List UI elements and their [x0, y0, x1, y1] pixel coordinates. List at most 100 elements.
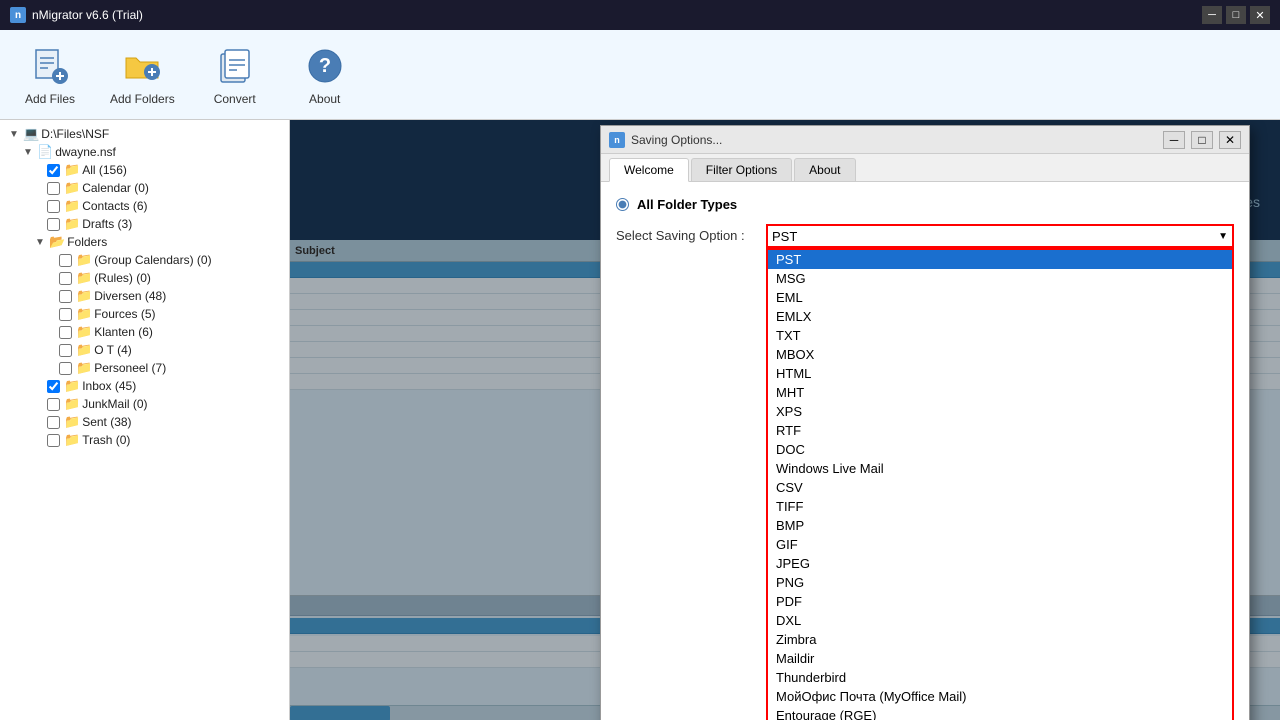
- close-button[interactable]: ✕: [1250, 6, 1270, 24]
- expand-fources[interactable]: [45, 307, 59, 321]
- format-option[interactable]: MHT: [768, 383, 1232, 402]
- format-option[interactable]: PNG: [768, 573, 1232, 592]
- inbox-checkbox[interactable]: [47, 380, 60, 393]
- expand-dwayne[interactable]: ▼: [21, 145, 35, 159]
- format-option[interactable]: EMLX: [768, 307, 1232, 326]
- expand-klanten[interactable]: [45, 325, 59, 339]
- tree-row-diversen[interactable]: 📁 Diversen (48): [5, 287, 284, 305]
- format-option[interactable]: Entourage (RGE): [768, 706, 1232, 720]
- tab-about[interactable]: About: [794, 158, 855, 181]
- dialog-maximize-button[interactable]: □: [1191, 131, 1213, 149]
- expand-rules[interactable]: [45, 271, 59, 285]
- maximize-button[interactable]: □: [1226, 6, 1246, 24]
- dialog-minimize-button[interactable]: ─: [1163, 131, 1185, 149]
- format-option[interactable]: XPS: [768, 402, 1232, 421]
- expand-personeel[interactable]: [45, 361, 59, 375]
- format-option[interactable]: CSV: [768, 478, 1232, 497]
- format-option[interactable]: Zimbra: [768, 630, 1232, 649]
- expand-root[interactable]: ▼: [7, 127, 21, 141]
- expand-junkmail[interactable]: [33, 397, 47, 411]
- format-combobox[interactable]: PST ▼: [766, 224, 1234, 248]
- tree-row-folders[interactable]: ▼ 📂 Folders: [5, 233, 284, 251]
- all-checkbox[interactable]: [47, 164, 60, 177]
- format-dropdown-list[interactable]: PSTMSGEMLEMLXTXTMBOXHTMLMHTXPSRTFDOCWind…: [766, 248, 1234, 720]
- diversen-checkbox[interactable]: [59, 290, 72, 303]
- format-option[interactable]: Maildir: [768, 649, 1232, 668]
- format-option[interactable]: HTML: [768, 364, 1232, 383]
- dwayne-label: dwayne.nsf: [55, 145, 116, 159]
- tree-row-inbox[interactable]: 📁 Inbox (45): [5, 377, 284, 395]
- ot-checkbox[interactable]: [59, 344, 72, 357]
- rules-checkbox[interactable]: [59, 272, 72, 285]
- expand-diversen[interactable]: [45, 289, 59, 303]
- personeel-checkbox[interactable]: [59, 362, 72, 375]
- about-button[interactable]: ? About: [295, 44, 355, 106]
- format-option[interactable]: PST: [768, 250, 1232, 269]
- tree-row-trash[interactable]: 📁 Trash (0): [5, 431, 284, 449]
- format-option[interactable]: TXT: [768, 326, 1232, 345]
- dialog-close-button[interactable]: ✕: [1219, 131, 1241, 149]
- format-option[interactable]: PDF: [768, 592, 1232, 611]
- tree-row-calendar[interactable]: 📁 Calendar (0): [5, 179, 284, 197]
- add-folders-button[interactable]: Add Folders: [110, 44, 175, 106]
- expand-sent[interactable]: [33, 415, 47, 429]
- tree-row-ot[interactable]: 📁 O T (4): [5, 341, 284, 359]
- add-files-button[interactable]: Add Files: [20, 44, 80, 106]
- tree-row-root[interactable]: ▼ 💻 D:\Files\NSF: [5, 125, 284, 143]
- expand-ot[interactable]: [45, 343, 59, 357]
- format-option[interactable]: TIFF: [768, 497, 1232, 516]
- add-folders-icon: [120, 44, 164, 88]
- tab-welcome[interactable]: Welcome: [609, 158, 689, 182]
- format-option[interactable]: MBOX: [768, 345, 1232, 364]
- expand-folders[interactable]: ▼: [33, 235, 47, 249]
- format-option[interactable]: RTF: [768, 421, 1232, 440]
- tree-row-all[interactable]: 📁 All (156): [5, 161, 284, 179]
- expand-contacts[interactable]: [33, 199, 47, 213]
- junkmail-checkbox[interactable]: [47, 398, 60, 411]
- folder-rules-icon: 📁: [76, 270, 92, 286]
- all-folder-types-radio[interactable]: [616, 198, 629, 211]
- format-option[interactable]: EML: [768, 288, 1232, 307]
- expand-trash[interactable]: [33, 433, 47, 447]
- expand-drafts[interactable]: [33, 217, 47, 231]
- minimize-button[interactable]: ─: [1202, 6, 1222, 24]
- convert-button[interactable]: Convert: [205, 44, 265, 106]
- drafts-checkbox[interactable]: [47, 218, 60, 231]
- tree-row-rules[interactable]: 📁 (Rules) (0): [5, 269, 284, 287]
- format-option[interactable]: МойОфис Почта (MyOffice Mail): [768, 687, 1232, 706]
- calendar-checkbox[interactable]: [47, 182, 60, 195]
- tree-row-groupcal[interactable]: 📁 (Group Calendars) (0): [5, 251, 284, 269]
- format-option[interactable]: DXL: [768, 611, 1232, 630]
- drive-icon: 💻: [23, 126, 39, 142]
- tree-row-personeel[interactable]: 📁 Personeel (7): [5, 359, 284, 377]
- tree-row-dwayne[interactable]: ▼ 📄 dwayne.nsf: [5, 143, 284, 161]
- tree-row-junkmail[interactable]: 📁 JunkMail (0): [5, 395, 284, 413]
- folder-folders-icon: 📂: [49, 234, 65, 250]
- trash-checkbox[interactable]: [47, 434, 60, 447]
- format-option[interactable]: JPEG: [768, 554, 1232, 573]
- tree-row-klanten[interactable]: 📁 Klanten (6): [5, 323, 284, 341]
- expand-groupcal[interactable]: [45, 253, 59, 267]
- groupcal-checkbox[interactable]: [59, 254, 72, 267]
- tree-row-fources[interactable]: 📁 Fources (5): [5, 305, 284, 323]
- format-option[interactable]: GIF: [768, 535, 1232, 554]
- about-icon: ?: [303, 44, 347, 88]
- tab-filter-options[interactable]: Filter Options: [691, 158, 792, 181]
- tree-row-contacts[interactable]: 📁 Contacts (6): [5, 197, 284, 215]
- format-option[interactable]: BMP: [768, 516, 1232, 535]
- fources-checkbox[interactable]: [59, 308, 72, 321]
- expand-calendar[interactable]: [33, 181, 47, 195]
- tree-row-sent[interactable]: 📁 Sent (38): [5, 413, 284, 431]
- format-option[interactable]: Thunderbird: [768, 668, 1232, 687]
- sent-checkbox[interactable]: [47, 416, 60, 429]
- contacts-checkbox[interactable]: [47, 200, 60, 213]
- about-label: About: [309, 92, 340, 106]
- expand-all[interactable]: [33, 163, 47, 177]
- format-option[interactable]: MSG: [768, 269, 1232, 288]
- klanten-checkbox[interactable]: [59, 326, 72, 339]
- format-option[interactable]: Windows Live Mail: [768, 459, 1232, 478]
- folder-junkmail-icon: 📁: [64, 396, 80, 412]
- format-option[interactable]: DOC: [768, 440, 1232, 459]
- tree-row-drafts[interactable]: 📁 Drafts (3): [5, 215, 284, 233]
- expand-inbox[interactable]: [33, 379, 47, 393]
